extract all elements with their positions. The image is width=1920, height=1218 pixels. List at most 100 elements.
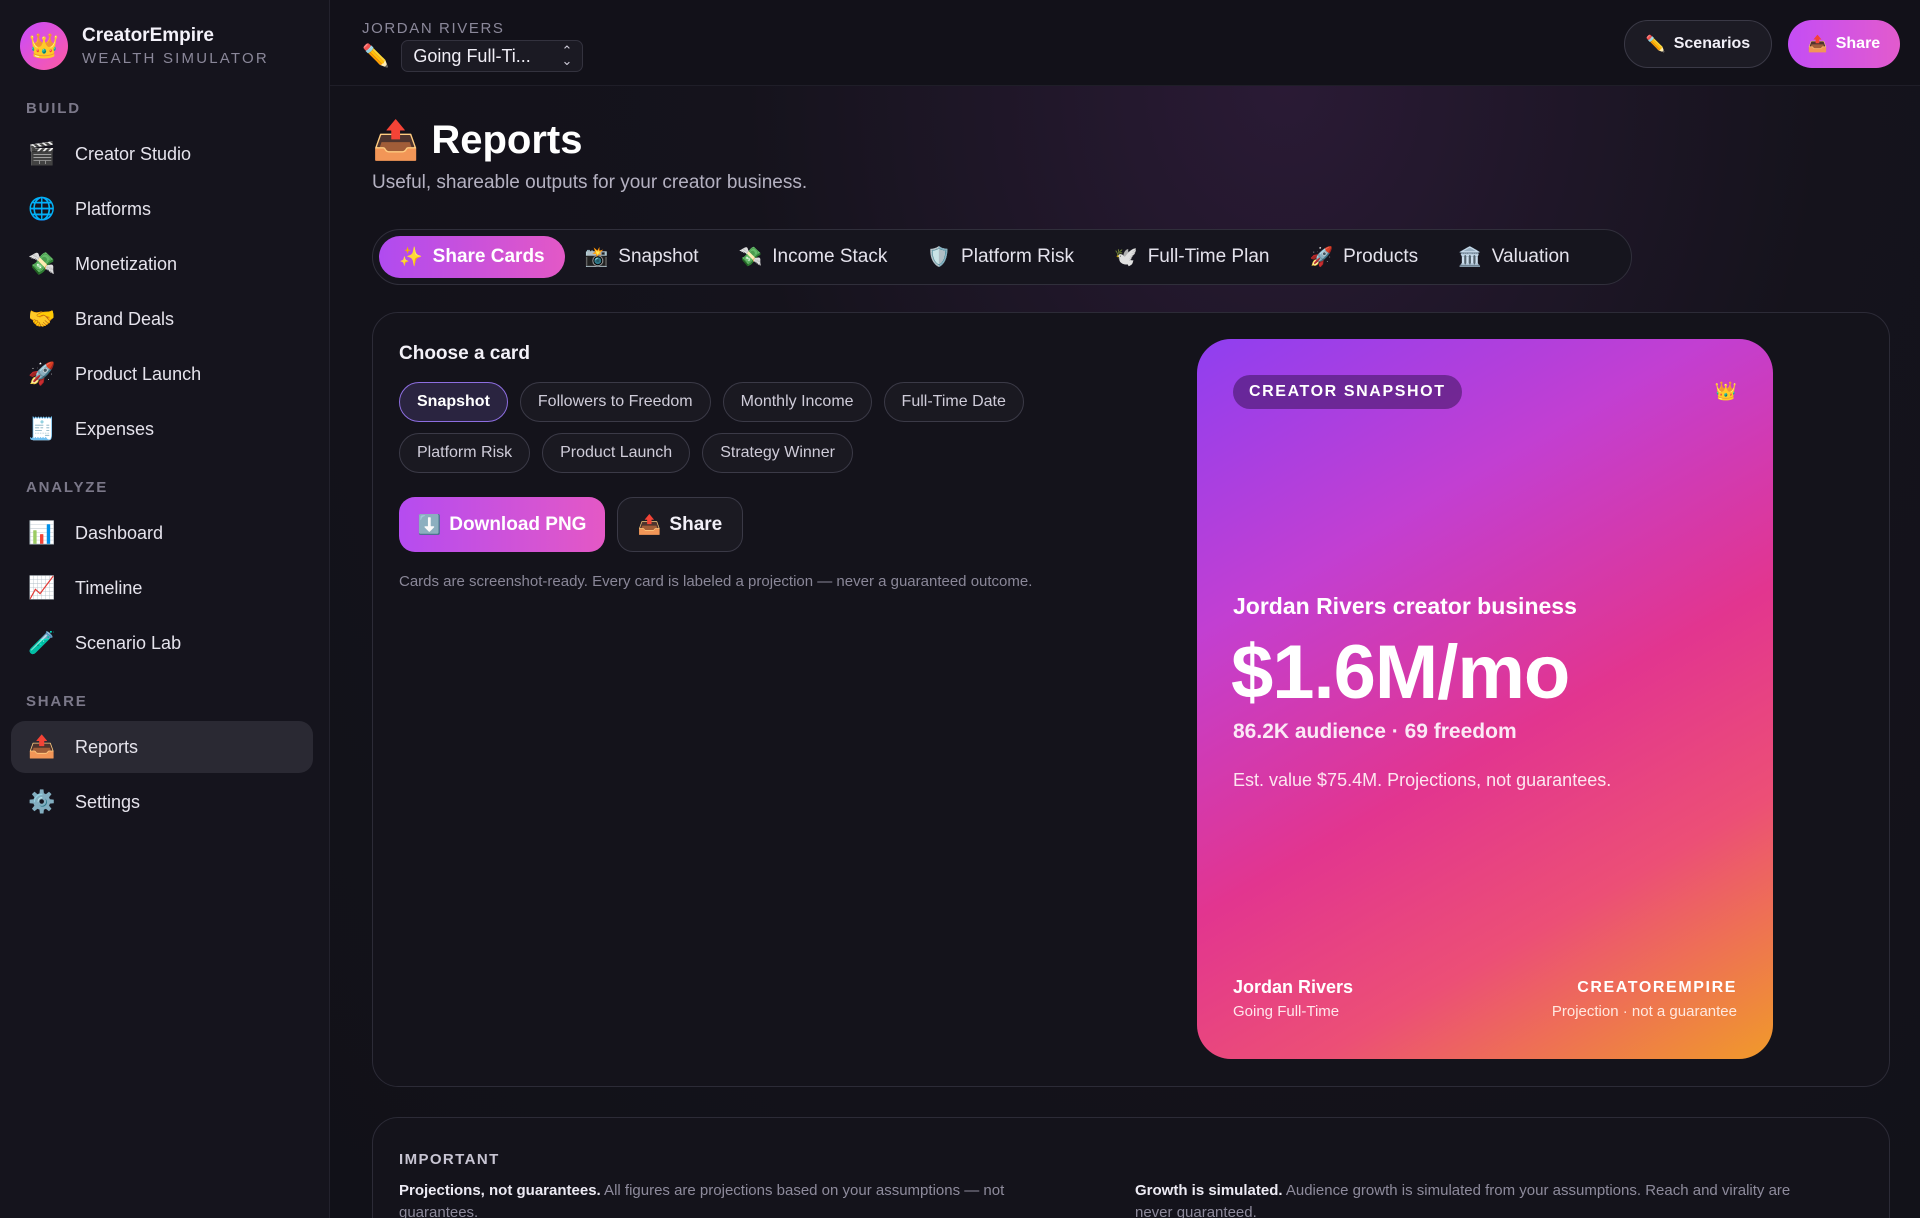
outbox-tray-icon: 📤 xyxy=(637,514,662,536)
sidebar-item-label: Timeline xyxy=(75,577,143,598)
sidebar-item-brand-deals[interactable]: 🤝 Brand Deals xyxy=(11,293,313,345)
card-chip-row: Platform Risk Product Launch Strategy Wi… xyxy=(399,433,853,473)
bar-chart-icon: 📊 xyxy=(28,520,56,545)
top-bar: JORDAN RIVERS ✏️ Going Full-Ti... ⌃ ⌄ ✏️ … xyxy=(330,0,1920,86)
share-card-button-label: Share xyxy=(669,513,723,535)
card-stats: 86.2K audience · 69 freedom xyxy=(1233,720,1517,743)
sidebar-item-scenario-lab[interactable]: 🧪 Scenario Lab xyxy=(11,617,313,669)
bank-icon: 🏛️ xyxy=(1458,247,1482,268)
scenario-select-value: Going Full-Ti... xyxy=(413,45,531,66)
sidebar-item-reports[interactable]: 📤 Reports xyxy=(11,721,313,773)
page-subtitle: Useful, shareable outputs for your creat… xyxy=(372,172,808,193)
share-button[interactable]: 📤 Share xyxy=(1788,20,1900,68)
notice-projections-title: Projections, not guarantees. xyxy=(399,1182,601,1199)
card-monthly-income: $1.6M/mo xyxy=(1231,630,1570,715)
chip-monthly-income[interactable]: Monthly Income xyxy=(722,382,872,422)
notice-growth-title: Growth is simulated. xyxy=(1135,1182,1283,1199)
sidebar: 👑 CreatorEmpire WEALTH SIMULATOR BUILD 🎬… xyxy=(0,0,330,1218)
sidebar-item-label: Dashboard xyxy=(75,522,164,543)
chip-snapshot[interactable]: Snapshot xyxy=(399,382,508,422)
tab-label: Products xyxy=(1343,246,1419,267)
card-disclaimer: Projection · not a guarantee xyxy=(1551,1003,1737,1020)
chip-full-time-date[interactable]: Full-Time Date xyxy=(883,382,1024,422)
section-label-analyze: ANALYZE xyxy=(26,479,109,496)
brand-name: CreatorEmpire xyxy=(82,25,214,46)
crown-icon: 👑 xyxy=(20,22,68,70)
sidebar-item-settings[interactable]: ⚙️ Settings xyxy=(11,776,313,828)
share-cards-panel: Choose a card Snapshot Followers to Free… xyxy=(372,312,1890,1087)
sidebar-item-label: Creator Studio xyxy=(75,143,192,164)
money-wings-icon: 💸 xyxy=(28,251,56,276)
card-title: Jordan Rivers creator business xyxy=(1233,593,1577,619)
rocket-icon: 🚀 xyxy=(28,361,56,386)
sidebar-item-label: Expenses xyxy=(75,418,155,439)
tab-label: Platform Risk xyxy=(961,246,1075,267)
brand[interactable]: 👑 CreatorEmpire WEALTH SIMULATOR xyxy=(20,22,269,70)
chip-strategy-winner[interactable]: Strategy Winner xyxy=(702,433,853,473)
owner-name: JORDAN RIVERS xyxy=(362,20,505,37)
chip-platform-risk[interactable]: Platform Risk xyxy=(399,433,531,473)
sidebar-item-platforms[interactable]: 🌐 Platforms xyxy=(11,183,313,235)
sidebar-item-timeline[interactable]: 📈 Timeline xyxy=(11,562,313,614)
important-notice: IMPORTANT Projections, not guarantees. A… xyxy=(372,1117,1890,1218)
tab-label: Share Cards xyxy=(432,246,545,267)
tab-label: Full-Time Plan xyxy=(1147,246,1270,267)
pencil-icon: ✏️ xyxy=(362,43,390,68)
tab-snapshot[interactable]: 📸 Snapshot xyxy=(565,236,719,278)
card-actions: ⬇️ Download PNG 📤 Share xyxy=(399,497,743,552)
card-owner: Jordan Rivers xyxy=(1233,977,1354,997)
important-label: IMPORTANT xyxy=(399,1151,500,1168)
sidebar-item-label: Settings xyxy=(75,791,141,812)
scenario-select[interactable]: Going Full-Ti... ⌃ ⌄ xyxy=(401,40,584,72)
card-chip-row: Snapshot Followers to Freedom Monthly In… xyxy=(399,382,1024,422)
outbox-tray-icon: 📤 xyxy=(28,734,56,759)
tab-valuation[interactable]: 🏛️ Valuation xyxy=(1438,236,1590,278)
trend-chart-icon: 📈 xyxy=(28,575,56,600)
notice-growth: Growth is simulated. Audience growth is … xyxy=(1135,1180,1815,1218)
tab-full-time-plan[interactable]: 🕊️ Full-Time Plan xyxy=(1094,236,1289,278)
sidebar-item-creator-studio[interactable]: 🎬 Creator Studio xyxy=(11,128,313,180)
card-badge: CREATOR SNAPSHOT xyxy=(1233,375,1462,409)
page-title-text: Reports xyxy=(431,118,583,162)
chip-followers-to-freedom[interactable]: Followers to Freedom xyxy=(519,382,711,422)
brand-subtitle: WEALTH SIMULATOR xyxy=(82,50,269,67)
sidebar-item-label: Platforms xyxy=(75,198,152,219)
tab-income-stack[interactable]: 💸 Income Stack xyxy=(719,236,908,278)
page-title: 📤 Reports xyxy=(372,118,582,163)
sidebar-item-label: Brand Deals xyxy=(75,308,175,329)
sidebar-item-dashboard[interactable]: 📊 Dashboard xyxy=(11,507,313,559)
tab-share-cards[interactable]: ✨ Share Cards xyxy=(379,236,565,278)
tab-label: Snapshot xyxy=(618,246,699,267)
report-tabs: ✨ Share Cards 📸 Snapshot 💸 Income Stack … xyxy=(372,229,1632,285)
card-valuation: Est. value $75.4M. Projections, not guar… xyxy=(1233,770,1612,790)
receipt-icon: 🧾 xyxy=(28,416,56,441)
tab-label: Valuation xyxy=(1491,246,1570,267)
card-scenario: Going Full-Time xyxy=(1233,1003,1340,1020)
scenarios-button-label: Scenarios xyxy=(1673,35,1751,52)
section-label-share: SHARE xyxy=(26,693,88,710)
share-card-button[interactable]: 📤 Share xyxy=(617,497,743,552)
tab-platform-risk[interactable]: 🛡️ Platform Risk xyxy=(907,236,1094,278)
share-card-preview: CREATOR SNAPSHOT 👑 Jordan Rivers creator… xyxy=(1197,339,1773,1059)
download-png-button[interactable]: ⬇️ Download PNG xyxy=(399,497,605,552)
outbox-tray-icon: 📤 xyxy=(372,119,420,162)
rocket-icon: 🚀 xyxy=(1309,247,1334,268)
sidebar-item-expenses[interactable]: 🧾 Expenses xyxy=(11,403,313,455)
globe-icon: 🌐 xyxy=(28,196,56,221)
section-label-build: BUILD xyxy=(26,100,81,117)
scenarios-button[interactable]: ✏️ Scenarios xyxy=(1624,20,1772,68)
notice-projections: Projections, not guarantees. All figures… xyxy=(399,1180,1079,1218)
test-tube-icon: 🧪 xyxy=(28,630,56,655)
sidebar-item-monetization[interactable]: 💸 Monetization xyxy=(11,238,313,290)
download-icon: ⬇️ xyxy=(417,514,442,536)
chip-product-launch[interactable]: Product Launch xyxy=(542,433,691,473)
share-button-label: Share xyxy=(1835,35,1881,52)
handshake-icon: 🤝 xyxy=(28,306,56,331)
choose-card-heading: Choose a card xyxy=(399,343,530,364)
tab-products[interactable]: 🚀 Products xyxy=(1289,236,1438,278)
sidebar-item-product-launch[interactable]: 🚀 Product Launch xyxy=(11,348,313,400)
chevron-updown-icon: ⌃ ⌄ xyxy=(561,43,573,68)
outbox-tray-icon: 📤 xyxy=(1807,36,1828,53)
camera-icon: 📸 xyxy=(584,247,609,268)
cards-note: Cards are screenshot-ready. Every card i… xyxy=(399,573,1033,590)
